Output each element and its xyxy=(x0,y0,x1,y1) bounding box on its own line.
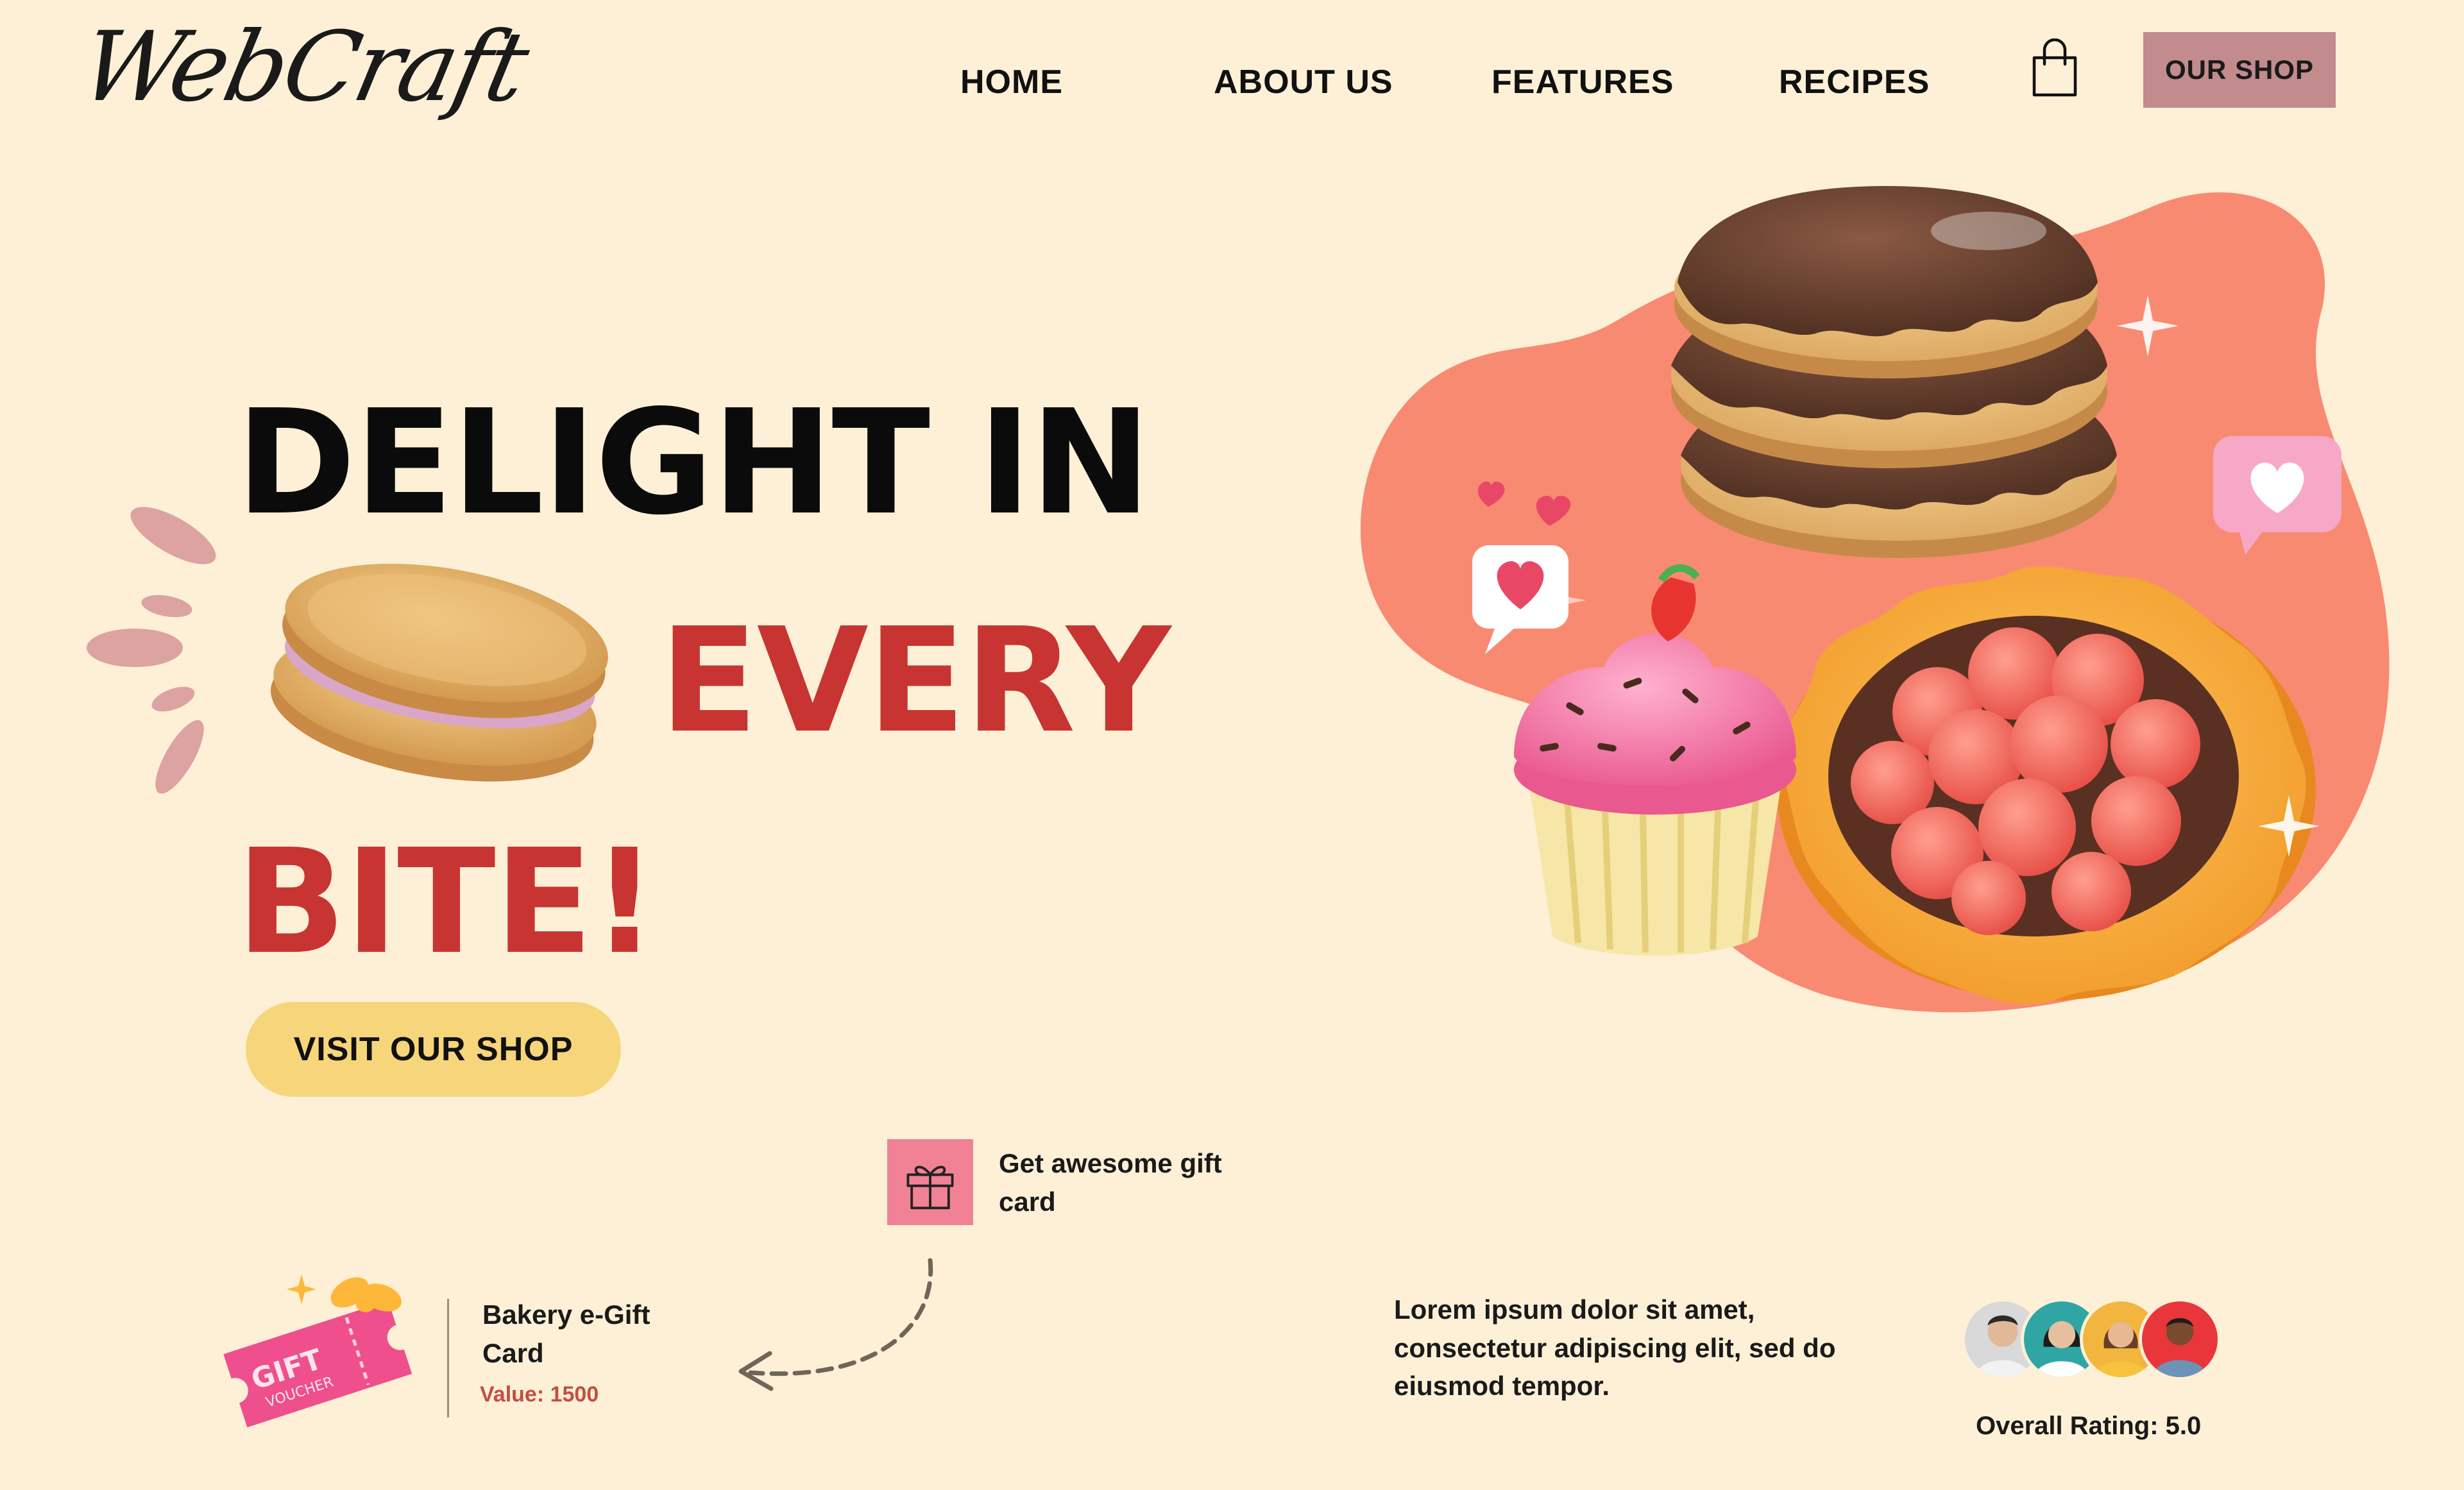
gift-card-promo-text: Get awesome gift card xyxy=(999,1148,1222,1217)
cookie-sandwich-illustration xyxy=(270,563,608,782)
hero-headline-line2: EVERY xyxy=(659,597,1171,765)
divider xyxy=(447,1299,449,1418)
avatar xyxy=(2139,1298,2221,1380)
burst-decoration xyxy=(87,507,216,794)
gift-voucher-icon: GIFT VOUCHER xyxy=(223,1274,412,1428)
nav-features[interactable]: FEATURES xyxy=(1491,63,1674,101)
brand-logo[interactable]: WebCraft xyxy=(72,12,536,123)
overall-rating: Overall Rating: 5.0 xyxy=(1976,1412,2202,1440)
bakery-hero-illustration xyxy=(1360,186,2390,1013)
nav-home[interactable]: HOME xyxy=(960,63,1063,101)
nav-recipes[interactable]: RECIPES xyxy=(1779,63,1930,101)
nav-about-us[interactable]: ABOUT US xyxy=(1214,63,1393,101)
egift-card-value: Value: 1500 xyxy=(480,1382,599,1407)
visit-shop-button[interactable]: VISIT OUR SHOP xyxy=(246,1002,621,1097)
testimonial-text: Lorem ipsum dolor sit amet, consectetur … xyxy=(1394,1294,1836,1401)
curved-dashed-arrow xyxy=(738,1258,933,1391)
hero-headline-line1: DELIGHT IN xyxy=(236,379,1151,547)
gift-box-icon xyxy=(887,1139,973,1225)
egift-card-title: Bakery e-Gift Card xyxy=(482,1300,650,1368)
hero-headline-line3: BITE! xyxy=(236,818,658,986)
shopping-bag-icon[interactable] xyxy=(2029,38,2080,97)
our-shop-button[interactable]: OUR SHOP xyxy=(2143,32,2336,108)
